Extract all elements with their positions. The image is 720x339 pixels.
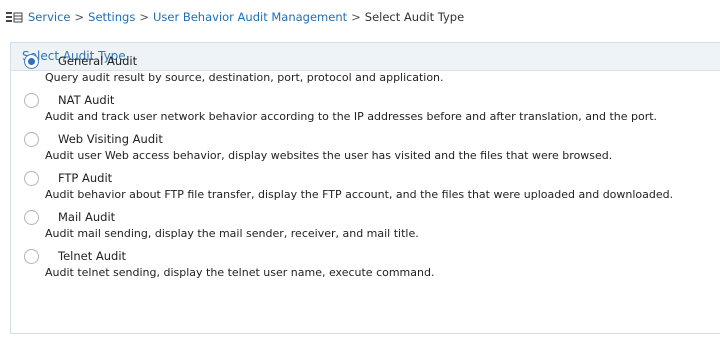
web-visiting-audit-radio[interactable] <box>24 132 39 147</box>
breadcrumb-service-link[interactable]: Service <box>28 10 71 24</box>
breadcrumb-separator: > <box>351 10 361 24</box>
breadcrumb-user-behavior-audit-link[interactable]: User Behavior Audit Management <box>153 10 347 24</box>
option-label[interactable]: NAT Audit <box>58 93 114 108</box>
option-description: Audit user Web access behavior, display … <box>45 149 613 162</box>
breadcrumb-current: Select Audit Type <box>364 10 465 24</box>
mail-audit-radio[interactable] <box>24 210 39 225</box>
option-label[interactable]: Web Visiting Audit <box>58 132 163 147</box>
telnet-audit-radio[interactable] <box>24 249 39 264</box>
option-description: Audit behavior about FTP file transfer, … <box>45 188 674 201</box>
breadcrumb-separator: > <box>74 10 85 24</box>
ftp-audit-radio[interactable] <box>24 171 39 186</box>
option-description: Audit telnet sending, display the telnet… <box>45 266 435 279</box>
option-label[interactable]: Telnet Audit <box>58 249 126 264</box>
option-label[interactable]: Mail Audit <box>58 210 115 225</box>
option-label[interactable]: FTP Audit <box>58 171 112 186</box>
breadcrumb: Service > Settings > User Behavior Audit… <box>6 8 464 26</box>
nat-audit-radio[interactable] <box>24 93 39 108</box>
option-description: Query audit result by source, destinatio… <box>45 71 444 84</box>
settings-list-icon <box>6 11 23 24</box>
breadcrumb-separator: > <box>139 10 149 24</box>
option-description: Audit and track user network behavior ac… <box>45 110 658 123</box>
breadcrumb-settings-link[interactable]: Settings <box>88 10 135 24</box>
option-description: Audit mail sending, display the mail sen… <box>45 227 419 240</box>
general-audit-radio[interactable] <box>24 54 39 69</box>
option-label[interactable]: General Audit <box>58 54 137 69</box>
